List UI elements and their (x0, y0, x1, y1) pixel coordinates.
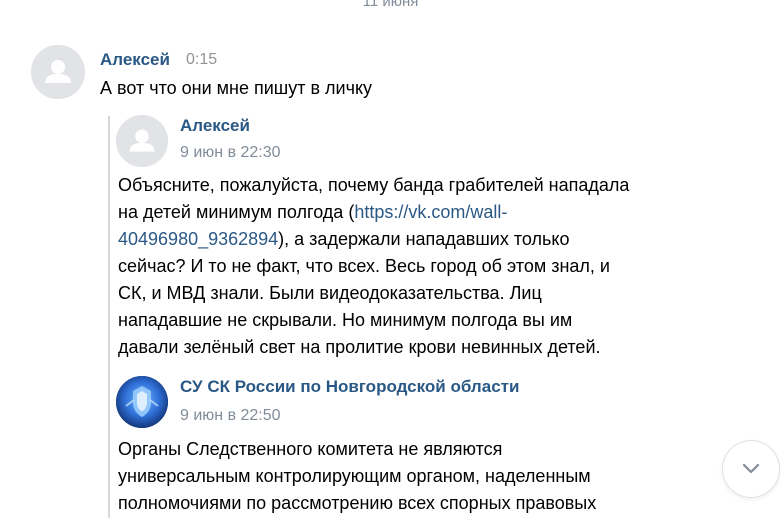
wall-link[interactable]: 40496980_9362894 (118, 229, 278, 249)
chat-view: 11 июня Алексей 0:15 А вот что они мне п… (0, 0, 781, 518)
forwarded-author[interactable]: Алексей (180, 115, 250, 137)
text-line: Объясните, пожалуйста, почему банда граб… (118, 175, 630, 195)
text-line: полномочиями по рассмотрению всех спорны… (118, 493, 597, 513)
text-line: Органы Следственного комитета не являютс… (118, 439, 503, 459)
text-line: нападавшие не скрывали. Но минимум полго… (118, 310, 573, 330)
wall-link[interactable]: https://vk.com/wall- (354, 202, 507, 222)
text-fragment: ), а задержали нападавших только (278, 229, 570, 249)
text-fragment: на детей минимум полгода ( (118, 202, 355, 222)
forwarded-text: Органы Следственного комитета не являютс… (118, 436, 678, 517)
user-silhouette-icon (31, 45, 85, 99)
forwarded-text: Объясните, пожалуйста, почему банда граб… (118, 172, 678, 361)
text-line: давали зелёный свет на пролитие крови не… (118, 337, 601, 357)
text-line: СК, и МВД знали. Были видеодоказательств… (118, 283, 542, 303)
text-line: на детей минимум полгода (https://vk.com… (118, 199, 678, 226)
text-line: 40496980_9362894), а задержали нападавши… (118, 226, 678, 253)
forwarded-date[interactable]: 9 июн в 22:50 (180, 405, 281, 427)
investigative-committee-emblem-icon (116, 376, 168, 428)
message-text: А вот что они мне пишут в личку (100, 78, 373, 98)
forwarded-bar (108, 116, 110, 518)
message-author[interactable]: Алексей (100, 49, 170, 71)
forwarded-author[interactable]: СУ СК России по Новгородской области (180, 376, 519, 398)
user-silhouette-icon (116, 115, 168, 167)
org-avatar[interactable] (116, 376, 168, 428)
message-time[interactable]: 0:15 (186, 49, 217, 71)
date-divider: 11 июня (362, 0, 419, 10)
forwarded-date[interactable]: 9 июн в 22:30 (180, 142, 281, 164)
text-line: универсальным контролирующим органом, на… (118, 466, 591, 486)
text-line: сейчас? И то не факт, что всех. Весь гор… (118, 256, 610, 276)
avatar[interactable] (31, 45, 85, 99)
chevron-down-icon (742, 463, 760, 474)
forwarded-avatar[interactable] (116, 115, 168, 167)
scroll-down-button[interactable] (723, 441, 779, 497)
